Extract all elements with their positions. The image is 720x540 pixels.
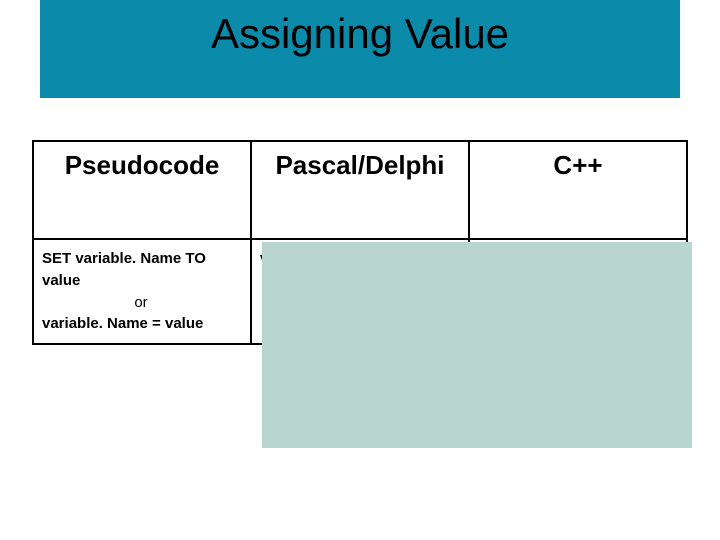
column-header-pseudocode: Pseudocode <box>34 142 252 238</box>
pseudocode-line-1: SET variable. Name TO value <box>42 248 240 292</box>
column-header-pascal-delphi: Pascal/Delphi <box>252 142 470 238</box>
slide: Assigning Value Pseudocode Pascal/Delphi… <box>0 0 720 540</box>
column-header-cpp: C++ <box>470 142 686 238</box>
table-header-row: Pseudocode Pascal/Delphi C++ <box>34 142 686 238</box>
pseudocode-line-2: or <box>42 292 240 314</box>
overlay-rectangle <box>262 242 692 448</box>
slide-title: Assigning Value <box>0 10 720 58</box>
cell-pseudocode: SET variable. Name TO value or variable.… <box>34 240 252 343</box>
pseudocode-line-3: variable. Name = value <box>42 313 240 335</box>
